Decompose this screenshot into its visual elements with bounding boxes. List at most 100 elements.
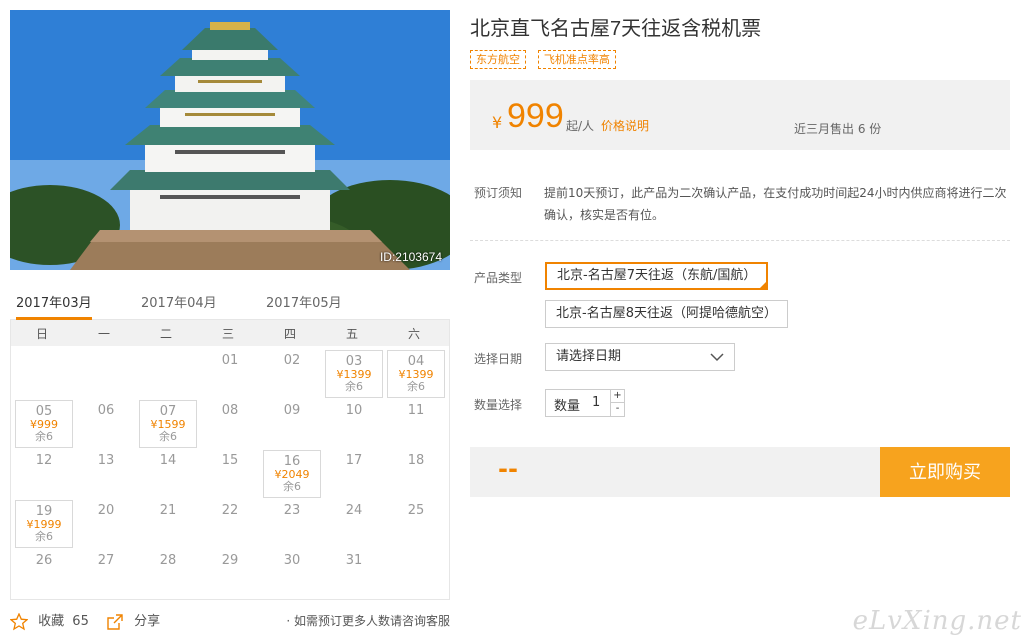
calendar-day: 14 — [139, 450, 197, 498]
calendar-day: 21 — [139, 500, 197, 548]
weekday-label: 三 — [221, 327, 234, 341]
day-number: 07 — [159, 404, 177, 419]
quantity-inner-label: 数量 — [554, 399, 581, 414]
product-photo: ID:2103674 — [10, 10, 450, 270]
calendar-day: 12 — [15, 450, 73, 498]
calendar-day: 18 — [387, 450, 445, 498]
month-tabs: 2017年03月 2017年04月 2017年05月 — [10, 286, 450, 320]
day-number: 19 — [35, 504, 53, 519]
calendar-day-available[interactable]: 19 ¥1999 余6 — [15, 500, 73, 548]
product-option-7day[interactable]: 北京-名古屋7天往返（东航/国航） — [545, 262, 769, 290]
castle-illustration — [10, 10, 450, 270]
date-label: 选择日期 — [474, 352, 523, 366]
day-number: 13 — [97, 453, 115, 468]
day-number: 20 — [97, 503, 115, 518]
price-explain-link[interactable]: 价格说明 — [601, 117, 649, 134]
calendar-day: 02 — [263, 350, 321, 398]
chevron-down-icon — [710, 353, 724, 362]
calendar-weekday-header: 日一二三四五六 — [11, 320, 449, 346]
favorite-label: 收藏 — [38, 614, 65, 629]
currency-symbol: ¥ — [492, 113, 503, 132]
calendar-day: 22 — [201, 500, 259, 548]
calendar-day: 29 — [201, 550, 259, 598]
calendar-day: 25 — [387, 500, 445, 548]
day-number: 16 — [283, 454, 301, 469]
calendar-day: 31 — [325, 550, 383, 598]
day-number: 31 — [345, 553, 363, 568]
day-number: 23 — [283, 503, 301, 518]
price-box: ¥ 999 起/人 价格说明 近三月售出 6 份 — [470, 80, 1010, 150]
calendar-day: 10 — [325, 400, 383, 448]
calendar-day: 24 — [325, 500, 383, 548]
tag-airline: 东方航空 — [470, 50, 526, 69]
watermark: eLvXing.net — [852, 606, 1022, 636]
day-number: 03 — [345, 354, 363, 369]
photo-id-label: ID:2103674 — [379, 250, 442, 264]
day-number: 12 — [35, 453, 53, 468]
day-remaining: 余6 — [159, 430, 177, 443]
tab-month-2017-03[interactable]: 2017年03月 — [16, 292, 92, 320]
day-number: 15 — [221, 453, 239, 468]
price-unit: 起/人 — [566, 119, 595, 133]
calendar-day: 30 — [263, 550, 321, 598]
day-number: 25 — [407, 503, 425, 518]
calendar-day: 08 — [201, 400, 259, 448]
day-number: 21 — [159, 503, 177, 518]
day-number: 14 — [159, 453, 177, 468]
day-number: 04 — [407, 354, 425, 369]
product-title: 北京直飞名古屋7天往返含税机票 — [470, 18, 762, 40]
date-select[interactable]: 请选择日期 — [545, 343, 735, 371]
share-icon — [107, 613, 123, 630]
buy-now-button[interactable]: 立即购买 — [880, 447, 1010, 497]
sold-count: 近三月售出 6 份 — [794, 122, 882, 136]
calendar-day-available[interactable]: 07 ¥1599 余6 — [139, 400, 197, 448]
weekday-label: 五 — [345, 327, 358, 341]
calendar-day: 26 — [15, 550, 73, 598]
quantity-minus-button[interactable]: - — [610, 403, 624, 416]
quantity-value[interactable]: 1 — [592, 395, 600, 410]
calendar-day-available[interactable]: 03 ¥1399 余6 — [325, 350, 383, 398]
weekday-label: 日 — [35, 327, 48, 341]
tag-punctuality: 飞机准点率高 — [537, 50, 616, 69]
price-value: 999 — [507, 97, 564, 135]
consult-note-text: 如需预订更多人数请咨询客服 — [293, 614, 450, 628]
calendar-day: 01 — [201, 350, 259, 398]
calendar-day: 06 — [77, 400, 135, 448]
product-type-label: 产品类型 — [474, 271, 523, 285]
star-icon — [10, 612, 28, 630]
tab-month-2017-05[interactable]: 2017年05月 — [266, 292, 342, 320]
calendar-day: 15 — [201, 450, 259, 498]
notice-label: 预订须知 — [474, 186, 523, 200]
share-label: 分享 — [134, 614, 161, 629]
day-remaining: 余6 — [345, 380, 363, 393]
day-number: 22 — [221, 503, 239, 518]
calendar-day: 28 — [139, 550, 197, 598]
share-button[interactable]: 分享 — [106, 610, 160, 631]
calendar-day-available[interactable]: 04 ¥1399 余6 — [387, 350, 445, 398]
day-number: 17 — [345, 453, 363, 468]
quantity-plus-button[interactable]: + — [610, 390, 624, 403]
calendar-day: 23 — [263, 500, 321, 548]
day-number: 30 — [283, 553, 301, 568]
day-number: 11 — [407, 403, 425, 418]
day-number: 27 — [97, 553, 115, 568]
consult-note: · 如需预订更多人数请咨询客服 — [286, 614, 450, 628]
weekday-label: 六 — [407, 327, 420, 341]
day-number: 08 — [221, 403, 239, 418]
day-number: 09 — [283, 403, 301, 418]
day-number: 06 — [97, 403, 115, 418]
weekday-label: 二 — [159, 327, 172, 341]
calendar-day: 09 — [263, 400, 321, 448]
product-option-8day[interactable]: 北京-名古屋8天往返（阿提哈德航空） — [545, 300, 788, 328]
calendar-day-available[interactable]: 05 ¥999 余6 — [15, 400, 73, 448]
tab-month-2017-04[interactable]: 2017年04月 — [141, 292, 217, 320]
weekday-label: 一 — [97, 327, 110, 341]
favorite-button[interactable]: 收藏 65 — [10, 610, 89, 631]
calendar-day-available[interactable]: 16 ¥2049 余6 — [263, 450, 321, 498]
day-number: 29 — [221, 553, 239, 568]
quantity-label: 数量选择 — [474, 398, 523, 412]
divider — [470, 240, 1010, 241]
calendar-day: 11 — [387, 400, 445, 448]
total-price: -- — [498, 455, 518, 483]
action-footer: 收藏 65 分享 · 如需预订更多人数请咨询客服 — [10, 610, 450, 632]
